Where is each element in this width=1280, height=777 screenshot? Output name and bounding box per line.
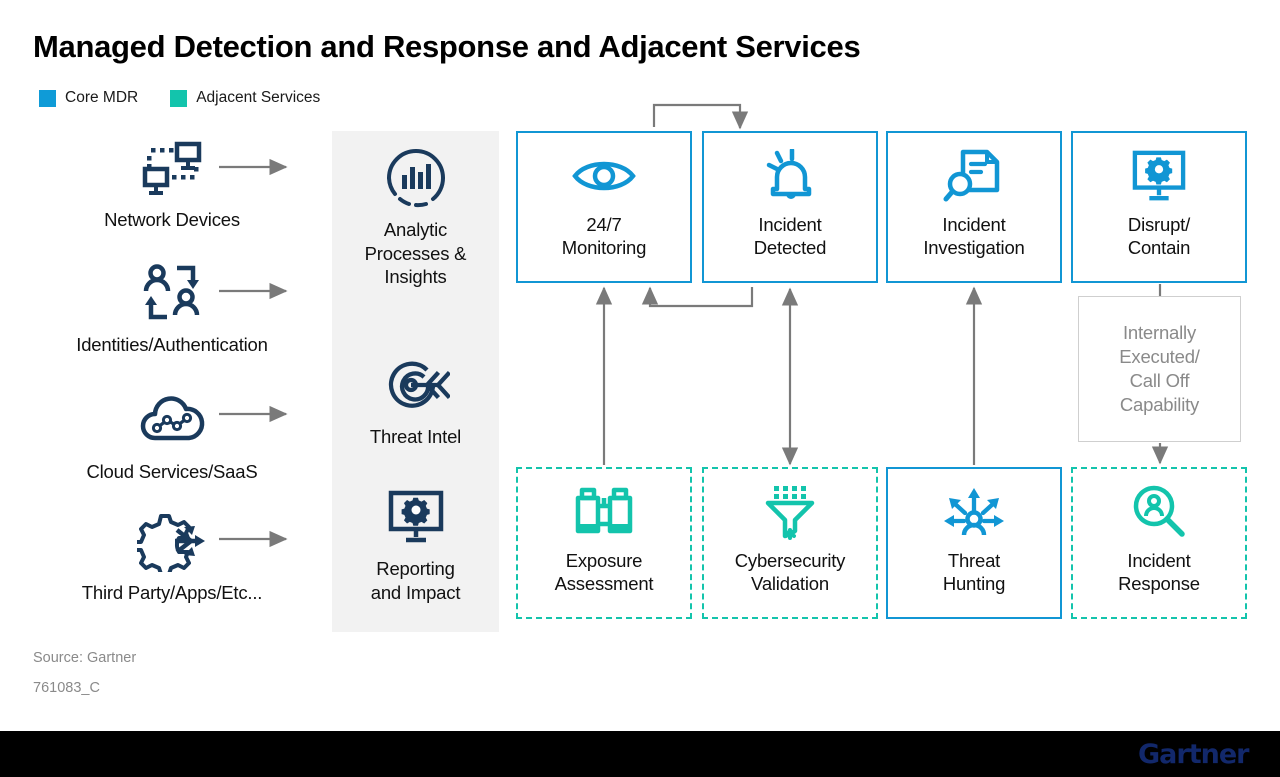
process-label-exposure-assessment: Exposure Assessment bbox=[554, 550, 654, 595]
capability-label-reporting-impact: Reporting and Impact bbox=[370, 558, 461, 603]
process-box-incident-response[interactable]: Incident Response bbox=[1071, 467, 1247, 619]
source-label-network-devices: Network Devices bbox=[104, 209, 240, 230]
arrow-monitoring-to-detected bbox=[652, 103, 749, 130]
monitor-gear-icon bbox=[1130, 139, 1188, 213]
legend-swatch-adjacent-services bbox=[170, 89, 188, 107]
source-item-cloud-services: Cloud Services/SaaS bbox=[22, 387, 322, 483]
process-label-incident-response: Incident Response bbox=[1118, 550, 1200, 595]
source-item-identities-authentication: Identities/Authentication bbox=[22, 260, 322, 356]
legend-item-adjacent-services: Adjacent Services bbox=[170, 89, 320, 107]
process-label-disrupt-contain: Disrupt/Contain bbox=[1127, 214, 1191, 259]
process-box-incident-detected[interactable]: Incident Detected bbox=[702, 131, 878, 283]
note-box-internally-executed: Internally Executed/Call Off Capability bbox=[1078, 296, 1241, 442]
note-box-label: Internally Executed/Call Off Capability bbox=[1119, 321, 1200, 416]
capability-label-analytic-processes: Analytic Processes & Insights bbox=[364, 219, 467, 288]
process-label-cybersecurity-validation: Cybersecurity Validation bbox=[734, 550, 846, 595]
gartner-logo: Gartner bbox=[1138, 739, 1249, 770]
cloud-services-icon bbox=[22, 387, 322, 453]
person-magnifier-icon bbox=[1130, 475, 1188, 549]
network-devices-icon bbox=[22, 135, 322, 201]
legend: Core MDR Adjacent Services bbox=[39, 89, 320, 107]
arrow-detected-to-monitoring bbox=[641, 286, 754, 308]
third-party-apps-icon bbox=[22, 508, 322, 574]
process-box-cybersecurity-validation[interactable]: Cybersecurity Validation bbox=[702, 467, 878, 619]
process-box-disrupt-contain[interactable]: Disrupt/Contain bbox=[1071, 131, 1247, 283]
source-item-third-party-apps: Third Party/Apps/Etc... bbox=[22, 508, 322, 604]
capability-analytic-processes: Analytic Processes & Insights bbox=[332, 148, 499, 289]
eye-icon bbox=[571, 139, 637, 213]
diagram-canvas: Managed Detection and Response and Adjac… bbox=[0, 0, 1280, 777]
process-label-incident-investigation: Incident Investigation bbox=[923, 214, 1025, 259]
process-box-exposure-assessment[interactable]: Exposure Assessment bbox=[516, 467, 692, 619]
source-label-cloud-services: Cloud Services/SaaS bbox=[86, 461, 258, 482]
person-arrows-icon bbox=[941, 475, 1007, 549]
process-box-incident-investigation[interactable]: Incident Investigation bbox=[886, 131, 1062, 283]
capability-reporting-impact: Reporting and Impact bbox=[332, 487, 499, 604]
process-box-threat-hunting[interactable]: Threat Hunting bbox=[886, 467, 1062, 619]
document-magnifier-icon bbox=[943, 139, 1005, 213]
target-arrow-icon bbox=[332, 355, 499, 415]
identities-authentication-icon bbox=[22, 260, 322, 326]
source-attribution: Source: Gartner bbox=[33, 650, 137, 666]
capability-label-threat-intel: Threat Intel bbox=[369, 426, 462, 447]
analytics-chart-icon bbox=[332, 148, 499, 208]
capability-threat-intel: Threat Intel bbox=[332, 355, 499, 449]
source-item-network-devices: Network Devices bbox=[22, 135, 322, 231]
legend-swatch-core-mdr bbox=[39, 89, 56, 107]
binoculars-icon bbox=[573, 475, 635, 549]
legend-item-core-mdr: Core MDR bbox=[39, 89, 138, 107]
process-label-threat-hunting: Threat Hunting bbox=[942, 550, 1006, 595]
legend-label-adjacent-services: Adjacent Services bbox=[196, 89, 321, 106]
alert-bell-icon bbox=[759, 139, 821, 213]
footer-bar bbox=[0, 731, 1280, 777]
process-label-monitoring: 24/7 Monitoring bbox=[561, 214, 647, 259]
process-label-incident-detected: Incident Detected bbox=[753, 214, 827, 259]
source-label-third-party-apps: Third Party/Apps/Etc... bbox=[81, 582, 263, 603]
legend-label-core-mdr: Core MDR bbox=[65, 89, 139, 106]
source-label-identities-authentication: Identities/Authentication bbox=[76, 334, 268, 355]
page-title: Managed Detection and Response and Adjac… bbox=[33, 29, 861, 64]
process-box-monitoring[interactable]: 24/7 Monitoring bbox=[516, 131, 692, 283]
monitor-gear-icon bbox=[332, 487, 499, 547]
funnel-icon bbox=[764, 475, 816, 549]
document-id: 761083_C bbox=[33, 680, 100, 696]
